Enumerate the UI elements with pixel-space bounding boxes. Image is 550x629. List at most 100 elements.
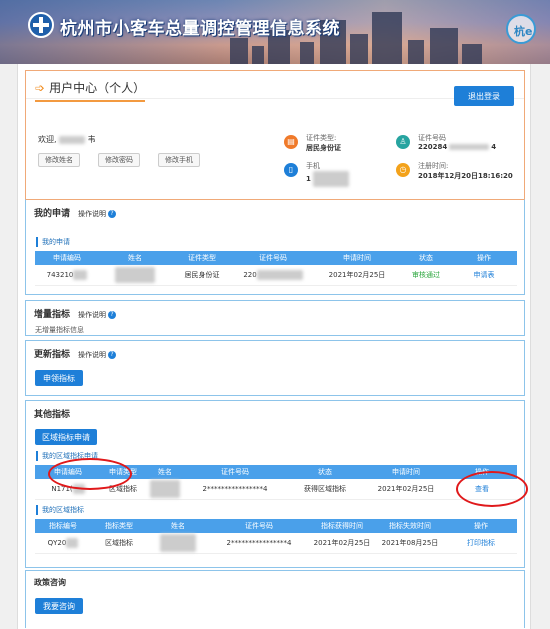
user-id-icon: ♙ — [396, 135, 410, 149]
logout-button[interactable]: 退出登录 — [454, 86, 514, 106]
welcome-text: 欢迎, 韦 — [38, 134, 96, 145]
banner-building — [430, 28, 458, 64]
col-header: 证件号码 — [185, 465, 285, 479]
increment-help-link[interactable]: 操作说明? — [78, 311, 117, 319]
user-center-title: ➩ 用户中心（个人） — [35, 79, 146, 102]
question-icon: ? — [108, 210, 117, 218]
id-number-value: 220284 4 — [418, 143, 496, 151]
clock-icon: ◷ — [396, 163, 410, 177]
question-icon: ? — [108, 351, 117, 359]
col-header: 证件号码 — [209, 519, 309, 533]
highlight-ellipse — [456, 471, 528, 507]
print-quota-link[interactable]: 打印指标 — [445, 533, 517, 554]
renewal-title: 更新指标 操作说明? — [34, 347, 117, 360]
user-center-title-text: 用户中心（个人） — [49, 81, 146, 95]
cell-id-number: 220 — [233, 265, 313, 286]
banner-building — [462, 44, 482, 64]
code-text: QY20 — [47, 538, 67, 547]
policy-section: 政策咨询 我要咨询 — [25, 570, 525, 628]
increment-title: 增量指标 操作说明? — [34, 307, 117, 320]
regional-quota-apply-button[interactable]: 区域指标申请 — [35, 429, 97, 445]
col-header: 申请时间 — [313, 251, 401, 265]
welcome-prefix: 欢迎, — [38, 135, 57, 144]
col-header: 证件号码 — [233, 251, 313, 265]
policy-title: 政策咨询 — [34, 578, 66, 587]
consult-button[interactable]: 我要咨询 — [35, 598, 83, 614]
user-center-header: ➩ 用户中心（个人） — [26, 71, 524, 102]
renewal-section: 更新指标 操作说明? 申领指标 — [25, 340, 525, 396]
other-quota-section: 其他指标 区域指标申请 我的区域指标申请 申请编码 申请类型 姓名 证件号码 状… — [25, 400, 528, 568]
redacted-phone — [312, 171, 349, 187]
redacted-id-number — [449, 144, 490, 150]
code-text: 743210 — [46, 270, 74, 279]
renewal-help-link[interactable]: 操作说明? — [78, 351, 117, 359]
cell-time: 2021年02月25日 — [313, 265, 401, 286]
register-label: 注册时间: — [418, 162, 449, 170]
user-center-card: ➩ 用户中心（个人） 退出登录 欢迎, 韦 修改姓名 修改密码 修改手机 ▤ 证件… — [25, 70, 525, 206]
col-header: 姓名 — [147, 519, 209, 533]
id-number-suffix: 4 — [491, 143, 497, 151]
redacted-name — [150, 479, 180, 498]
cell-id-number: 2****************4 — [185, 479, 285, 500]
cell-code: 743210 — [35, 265, 99, 286]
register-value: 2018年12月20日18:16:20 — [418, 172, 513, 180]
cell-id-type: 居民身份证 — [171, 265, 233, 286]
id-number-label: 证件号码 — [418, 134, 446, 142]
id-type-label: 证件类型: — [306, 134, 337, 142]
header-banner: 杭州市小客车总量调控管理信息系统 杭e — [0, 0, 550, 64]
banner-building — [252, 46, 264, 64]
redacted-id — [256, 269, 303, 280]
claim-quota-button[interactable]: 申领指标 — [35, 370, 83, 386]
question-icon: ? — [108, 311, 117, 319]
application-form-link[interactable]: 申请表 — [451, 265, 517, 286]
arrow-right-icon: ➩ — [35, 81, 46, 95]
my-application-title: 我的申请 操作说明? — [34, 206, 117, 219]
col-header: 指标获得时间 — [309, 519, 375, 533]
main-page: ➩ 用户中心（个人） 退出登录 欢迎, 韦 修改姓名 修改密码 修改手机 ▤ 证件… — [17, 64, 531, 629]
cell-code: QY20 — [35, 533, 91, 554]
cell-name — [145, 479, 185, 500]
id-number-prefix: 220284 — [418, 143, 448, 151]
id-card-icon: ▤ — [284, 135, 298, 149]
renewal-title-text: 更新指标 — [34, 350, 71, 360]
increment-section: 增量指标 操作说明? 无增量指标信息 — [25, 300, 525, 336]
table-header-row: 申请编码 姓名 证件类型 证件号码 申请时间 状态 操作 — [35, 251, 517, 265]
col-header: 操作 — [451, 251, 517, 265]
system-title: 杭州市小客车总量调控管理信息系统 — [60, 19, 340, 39]
other-quota-title: 其他指标 — [34, 410, 71, 420]
mascot-text: 杭e — [514, 25, 533, 38]
cell-id-number: 2****************4 — [209, 533, 309, 554]
highlight-ellipse — [48, 458, 132, 490]
edit-name-button[interactable]: 修改姓名 — [38, 153, 80, 167]
help-text: 操作说明 — [78, 210, 107, 218]
cell-obtain-time: 2021年02月25日 — [309, 533, 375, 554]
col-header: 指标编号 — [35, 519, 91, 533]
phone-value: 1 — [306, 171, 349, 187]
col-header: 姓名 — [99, 251, 171, 265]
phone-label: 手机 — [306, 162, 320, 170]
table-row: 743210 居民身份证 220 2021年02月25日 审核通过 申请表 — [35, 265, 517, 286]
regional-quota-table: 指标编号 指标类型 姓名 证件号码 指标获得时间 指标失效时间 操作 QY20 … — [35, 519, 517, 554]
regional-quota-subtitle: 我的区域指标 — [36, 505, 84, 515]
banner-building — [230, 38, 248, 64]
phone-prefix: 1 — [306, 175, 311, 183]
cell-time: 2021年02月25日 — [365, 479, 447, 500]
cell-expire-time: 2021年08月25日 — [375, 533, 445, 554]
edit-phone-button[interactable]: 修改手机 — [158, 153, 200, 167]
increment-title-text: 增量指标 — [34, 310, 71, 320]
edit-password-button[interactable]: 修改密码 — [98, 153, 140, 167]
my-application-help-link[interactable]: 操作说明? — [78, 210, 117, 218]
id-number-text: 220 — [243, 270, 257, 279]
my-application-title-text: 我的申请 — [34, 209, 71, 219]
col-header: 指标类型 — [91, 519, 147, 533]
redacted-name — [115, 266, 155, 283]
my-application-table: 申请编码 姓名 证件类型 证件号码 申请时间 状态 操作 743210 居民身份… — [35, 251, 517, 286]
redacted-name — [160, 533, 196, 552]
banner-building — [350, 34, 368, 64]
phone-icon: ▯ — [284, 163, 298, 177]
help-text: 操作说明 — [78, 311, 107, 319]
col-header: 证件类型 — [171, 251, 233, 265]
col-header: 状态 — [401, 251, 451, 265]
redacted-code — [66, 537, 79, 548]
my-application-subtitle: 我的申请 — [36, 237, 70, 247]
